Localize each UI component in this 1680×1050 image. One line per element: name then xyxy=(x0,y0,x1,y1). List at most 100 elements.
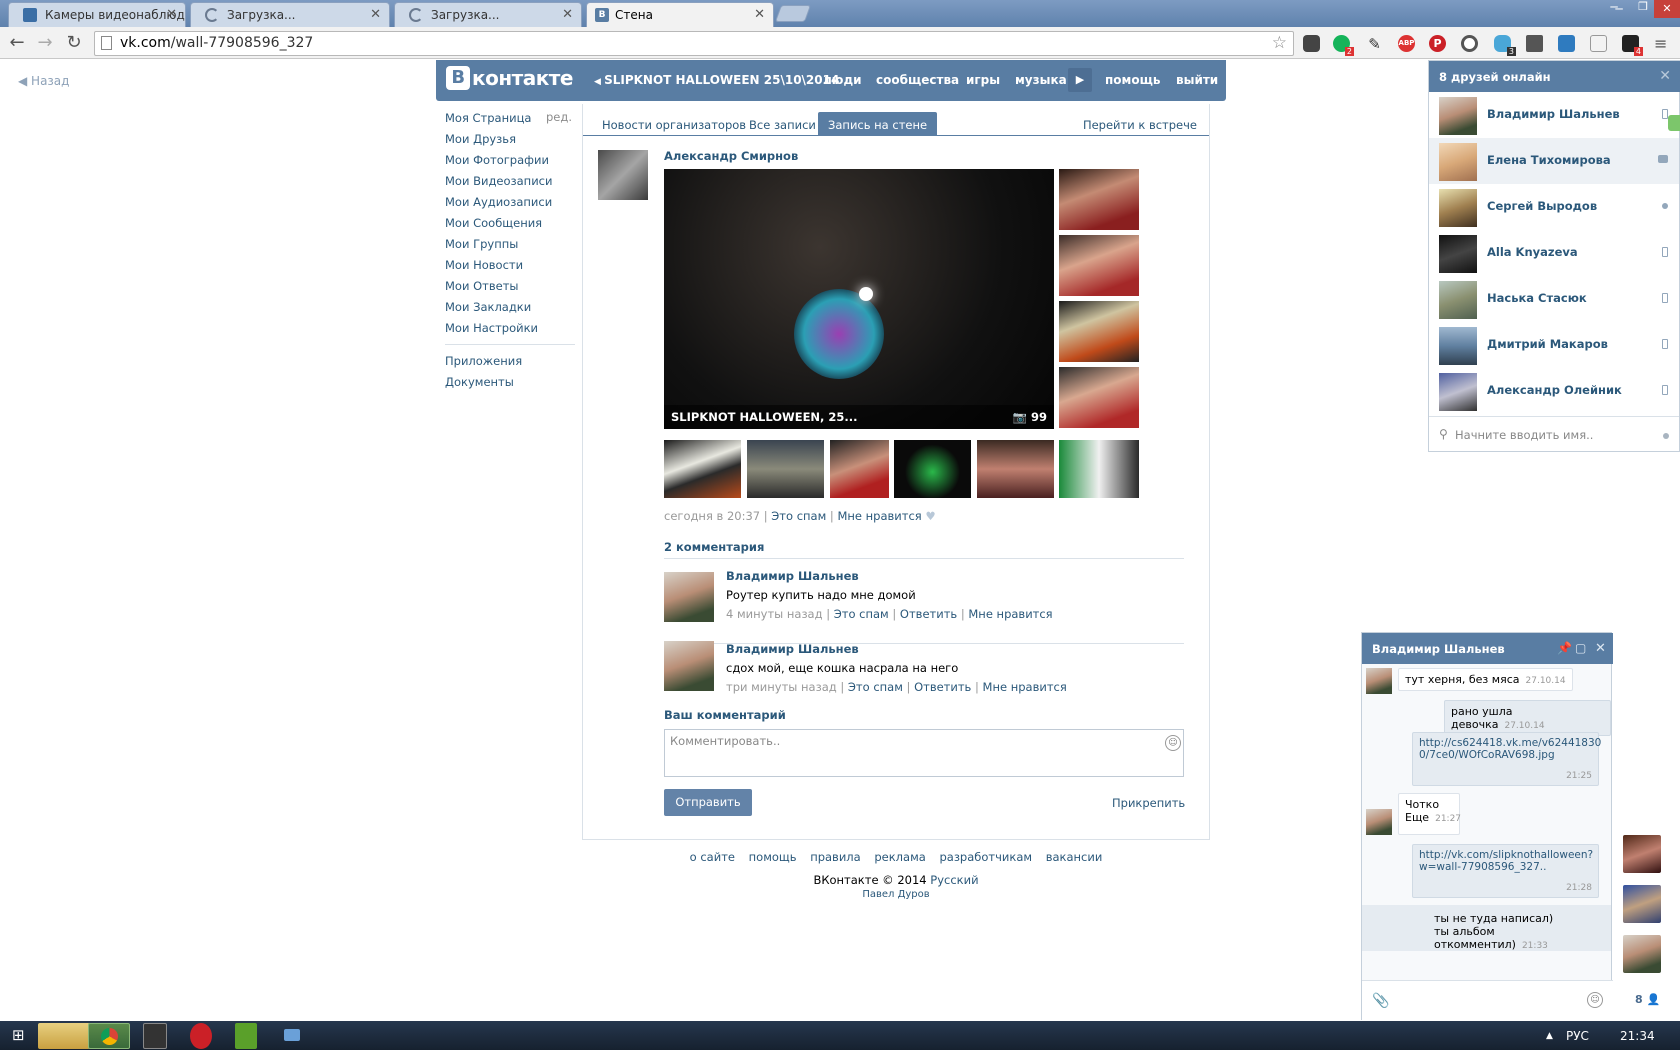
chat-input[interactable]: 📎 ☺ xyxy=(1362,980,1613,1020)
album-thumbnail[interactable] xyxy=(1059,169,1139,230)
album-thumbnail[interactable] xyxy=(664,440,741,498)
language-indicator[interactable]: РУС xyxy=(1566,1029,1589,1043)
ghost-icon[interactable]: 3 xyxy=(1494,35,1516,56)
album-thumbnail[interactable] xyxy=(747,440,824,498)
chat-online-count[interactable]: 8 👤 xyxy=(1635,993,1660,1006)
smiley-icon[interactable]: ☺ xyxy=(1165,735,1181,751)
address-bar[interactable]: vk.com/wall-77908596_327 ☆ xyxy=(94,31,1294,56)
album-thumbnail[interactable] xyxy=(830,440,889,498)
album-cover-photo[interactable]: SLIPKNOT HALLOWEEN, 25... 📷 99 xyxy=(664,169,1054,429)
chat-avatar[interactable] xyxy=(1623,885,1661,923)
menu-my-photos[interactable]: Мои Фотографии xyxy=(445,150,575,171)
goto-event-link[interactable]: Перейти к встрече xyxy=(1083,118,1197,132)
nav-games[interactable]: игры xyxy=(966,73,1000,87)
like-link[interactable]: Мне нравится xyxy=(968,607,1052,621)
friend-item[interactable]: Владимир Шальнев xyxy=(1429,92,1679,138)
close-icon[interactable]: ✕ xyxy=(1659,68,1671,84)
tab-organizer-news[interactable]: Новости организаторов xyxy=(592,112,756,136)
close-tab-icon[interactable]: ✕ xyxy=(754,7,765,22)
maximize-icon[interactable]: ▢ xyxy=(1575,641,1586,655)
maximize-button[interactable]: ❐ xyxy=(1632,0,1654,18)
nav-music[interactable]: музыка xyxy=(1015,73,1067,87)
bookmark-star-icon[interactable]: ☆ xyxy=(1272,33,1287,53)
menu-documents[interactable]: Документы xyxy=(445,372,575,393)
menu-my-bookmarks[interactable]: Мои Закладки xyxy=(445,297,575,318)
grammarly-icon[interactable]: 2 xyxy=(1333,35,1354,56)
close-tab-icon[interactable]: ✕ xyxy=(370,7,381,22)
minimize-button[interactable]: ─ xyxy=(1603,0,1625,18)
friend-item[interactable]: Наська Стасюк xyxy=(1429,276,1679,322)
friend-item[interactable]: Дмитрий Макаров xyxy=(1429,322,1679,368)
report-spam-link[interactable]: Это спам xyxy=(771,509,826,523)
app-taskbar-button[interactable] xyxy=(235,1023,257,1049)
explorer-taskbar-button[interactable] xyxy=(38,1023,90,1049)
album-thumbnail[interactable] xyxy=(1059,440,1139,498)
reload-icon[interactable]: ↻ xyxy=(63,32,85,53)
mail-extension-icon[interactable]: 4 xyxy=(1622,35,1643,56)
browser-tab[interactable]: Камеры видеонаблюден ✕ xyxy=(8,2,186,27)
play-icon[interactable]: ▶ xyxy=(1068,68,1092,92)
author-link[interactable]: Павел Дуров xyxy=(582,889,1210,900)
reply-link[interactable]: Ответить xyxy=(900,607,957,621)
smiley-icon[interactable]: ☺ xyxy=(1587,992,1603,1008)
comment-textarea[interactable]: Комментировать.. xyxy=(664,729,1184,777)
paperclip-icon[interactable]: 📎 xyxy=(1372,993,1389,1009)
vk-logo[interactable]: Bконтакте xyxy=(446,66,573,94)
chrome-taskbar-button[interactable] xyxy=(88,1023,130,1049)
attach-link[interactable]: Прикрепить xyxy=(1112,796,1185,810)
evernote-icon[interactable] xyxy=(1526,35,1543,52)
browser-tab-active[interactable]: В Стена ✕ xyxy=(586,2,774,27)
album-thumbnail[interactable] xyxy=(1059,367,1139,428)
heart-icon[interactable]: ♥ xyxy=(925,509,935,523)
comment-author[interactable]: Владимир Шальнев xyxy=(726,569,859,583)
reply-link[interactable]: Ответить xyxy=(914,680,971,694)
album-thumbnail[interactable] xyxy=(977,440,1054,498)
close-icon[interactable]: ✕ xyxy=(1595,641,1606,656)
language-link[interactable]: Русский xyxy=(930,873,978,887)
message-link[interactable]: 0/7ce0/WOfCoRAV698.jpg xyxy=(1419,749,1555,761)
avatar[interactable] xyxy=(664,572,714,622)
album-thumbnail[interactable] xyxy=(894,440,971,498)
message-link[interactable]: w=wall-77908596_327.. xyxy=(1419,861,1546,873)
pin-icon[interactable]: 📌 xyxy=(1557,641,1572,655)
eyedropper-icon[interactable]: ✎ xyxy=(1366,35,1383,53)
menu-my-messages[interactable]: Мои Сообщения xyxy=(445,213,575,234)
chat-avatar[interactable] xyxy=(1623,835,1661,873)
adblock-plus-icon[interactable]: ABP xyxy=(1398,35,1415,52)
back-arrow-icon[interactable]: ← xyxy=(6,32,28,53)
pocket-taskbar-button[interactable] xyxy=(190,1023,212,1049)
clock[interactable]: 21:34 xyxy=(1620,1029,1655,1043)
friend-search-input[interactable]: ⚲ Начните вводить имя.. xyxy=(1429,416,1679,452)
message-link[interactable]: http://cs624418.vk.me/v62441830 xyxy=(1419,737,1601,749)
avatar[interactable] xyxy=(1366,668,1392,694)
friend-item[interactable]: Сергей Выродов xyxy=(1429,184,1679,230)
side-tab-icon[interactable] xyxy=(1668,115,1680,131)
send-button[interactable]: Отправить xyxy=(664,789,752,816)
app-taskbar-button[interactable] xyxy=(143,1023,167,1049)
calendar-icon[interactable] xyxy=(1590,35,1607,52)
menu-icon[interactable]: ≡ xyxy=(1654,35,1671,52)
footer-link-about[interactable]: о сайте xyxy=(690,850,735,864)
close-tab-icon[interactable]: ✕ xyxy=(562,7,573,22)
menu-apps[interactable]: Приложения xyxy=(445,351,575,372)
author-avatar[interactable] xyxy=(598,150,648,200)
menu-my-settings[interactable]: Мои Настройки xyxy=(445,318,575,339)
menu-my-friends[interactable]: Мои Друзья xyxy=(445,129,575,150)
pinterest-icon[interactable]: P xyxy=(1429,35,1446,52)
chat-title[interactable]: Владимир Шальнев xyxy=(1372,642,1505,656)
browser-tab[interactable]: Загрузка... ✕ xyxy=(190,2,390,27)
comment-time[interactable]: 4 минуты назад xyxy=(726,607,823,621)
nav-logout[interactable]: выйти xyxy=(1176,73,1218,87)
audio-now-playing[interactable]: ◀ SLIPKNOT HALLOWEEN 25\10\2014 xyxy=(594,73,839,87)
footer-link-help[interactable]: помощь xyxy=(749,850,797,864)
back-link[interactable]: ◀ Назад xyxy=(18,74,69,88)
nav-people[interactable]: люди xyxy=(823,73,862,87)
footer-link-developers[interactable]: разработчикам xyxy=(939,850,1032,864)
footer-link-jobs[interactable]: вакансии xyxy=(1046,850,1103,864)
message-link[interactable]: http://vk.com/slipknothalloween? xyxy=(1419,849,1593,861)
comment-time[interactable]: три минуты назад xyxy=(726,680,837,694)
friend-item[interactable]: Елена Тихомирова xyxy=(1429,138,1679,184)
edit-menu-link[interactable]: ред. xyxy=(546,110,572,124)
comment-author[interactable]: Владимир Шальнев xyxy=(726,642,859,656)
forward-arrow-icon[interactable]: → xyxy=(34,32,56,53)
